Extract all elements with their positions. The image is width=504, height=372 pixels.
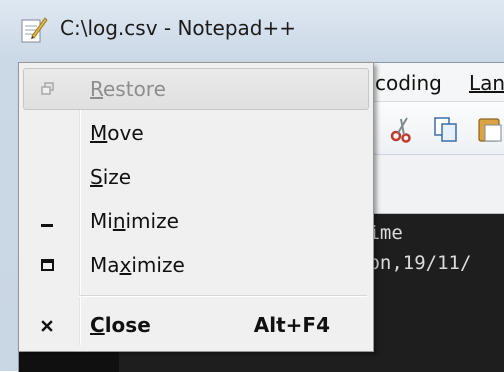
menu-item-shortcut: Alt+F4 [253, 313, 330, 337]
menu-language-label: Lan [469, 71, 504, 95]
menu-item-label: Maximize [90, 253, 185, 277]
copy-icon[interactable] [431, 114, 461, 144]
notepad-app-icon[interactable] [18, 14, 48, 44]
menu-item-label: Close [90, 313, 151, 337]
menu-item-label: Move [90, 121, 144, 145]
minimize-icon [41, 224, 53, 227]
menu-language[interactable]: Lan [469, 71, 504, 95]
restore-icon [41, 82, 54, 95]
paste-icon[interactable] [475, 114, 504, 144]
title-bar[interactable]: C:\log.csv - Notepad++ [0, 0, 504, 62]
menu-item-close[interactable]: Close Alt+F4 [23, 304, 369, 346]
menu-item-maximize[interactable]: Maximize [23, 244, 369, 286]
menu-item-move[interactable]: Move [23, 112, 369, 154]
menu-item-label: Restore [90, 77, 166, 101]
window-title: C:\log.csv - Notepad++ [60, 16, 296, 40]
menu-item-minimize[interactable]: Minimize [23, 200, 369, 242]
maximize-icon [41, 259, 54, 271]
menu-separator [79, 295, 367, 297]
menu-item-label: Size [90, 165, 132, 189]
close-icon [41, 320, 53, 332]
menu-item-size[interactable]: Size [23, 156, 369, 198]
system-menu: Restore Move Size Minimize Maximize Clos… [18, 62, 374, 352]
editor-line: son,19/11/ [357, 252, 472, 274]
cut-icon[interactable] [387, 114, 417, 144]
menu-item-restore[interactable]: Restore [23, 68, 369, 110]
menu-encoding[interactable]: coding [375, 71, 442, 95]
menu-item-label: Minimize [90, 209, 179, 233]
